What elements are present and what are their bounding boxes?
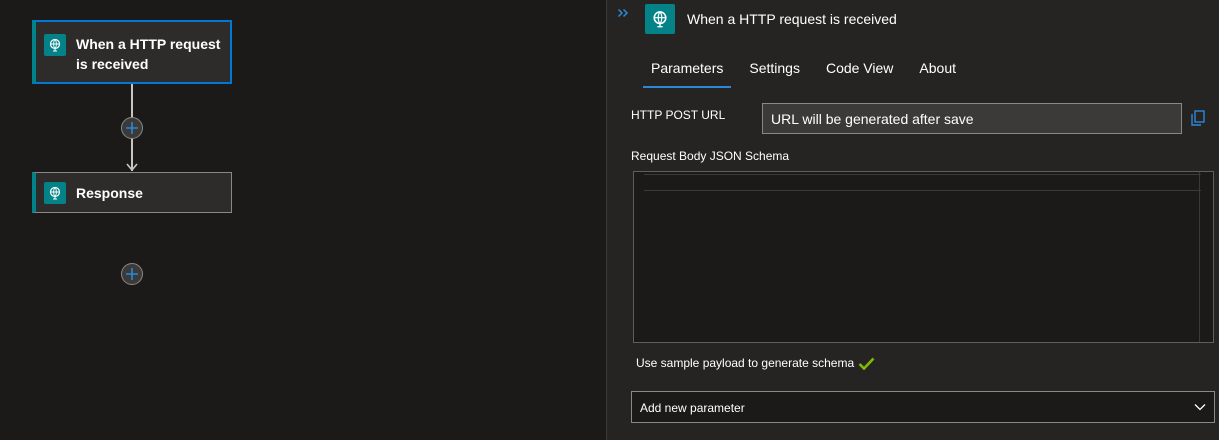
http-post-url-label: HTTP POST URL [631,108,726,122]
checkmark-icon [858,357,875,370]
properties-panel: When a HTTP request is received Paramete… [606,0,1219,440]
arrow-down-icon [126,163,138,172]
plus-icon [126,268,138,280]
insert-step-button[interactable] [121,117,143,139]
schema-editor[interactable] [633,171,1214,343]
editor-current-line [644,174,1201,191]
add-step-button[interactable] [121,263,143,285]
trigger-card-title-line1: When a HTTP request [76,36,221,52]
designer-canvas: When a HTTP request is received Response [0,0,606,440]
sample-payload-link[interactable]: Use sample payload to generate schema [636,356,875,370]
tab-about[interactable]: About [911,60,972,88]
chevron-down-icon [1194,404,1206,411]
tab-code-view[interactable]: Code View [818,60,909,88]
add-new-parameter-label: Add new parameter [640,401,745,415]
copy-url-button[interactable] [1191,110,1205,131]
globe-request-icon [44,34,66,56]
trigger-card-title-line2: is received [76,56,149,72]
tab-parameters[interactable]: Parameters [643,60,739,88]
sample-payload-label: Use sample payload to generate schema [636,356,855,370]
collapse-panel-button[interactable] [617,6,629,22]
editor-scrollbar[interactable] [1199,172,1213,342]
schema-label: Request Body JSON Schema [631,149,790,163]
panel-tabs: Parameters Settings Code View About [643,60,974,88]
add-new-parameter-dropdown[interactable]: Add new parameter [631,391,1215,423]
response-card-title: Response [76,185,143,201]
http-post-url-field[interactable]: URL will be generated after save [762,103,1182,134]
panel-title: When a HTTP request is received [687,11,897,27]
double-chevron-right-icon [617,8,629,18]
plus-icon [126,122,138,134]
globe-request-icon [44,182,66,204]
response-card[interactable]: Response [32,172,232,213]
tab-settings[interactable]: Settings [741,60,816,88]
trigger-card[interactable]: When a HTTP request is received [32,20,232,84]
copy-icon [1191,110,1205,126]
globe-request-icon [645,4,675,34]
